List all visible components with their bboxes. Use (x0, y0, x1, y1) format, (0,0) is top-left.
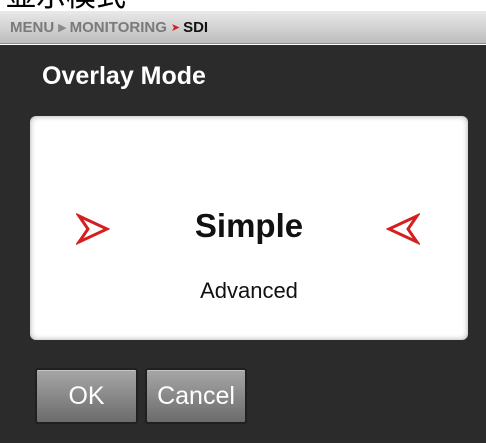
breadcrumb-item-monitoring[interactable]: MONITORING (70, 19, 167, 36)
breadcrumb-separator-active-icon: ➤ (170, 21, 181, 34)
breadcrumb: MENU ▶ MONITORING ➤ SDI (0, 11, 486, 44)
ok-button[interactable]: OK (35, 368, 138, 424)
chevron-left-icon[interactable] (386, 212, 420, 246)
cancel-button[interactable]: Cancel (145, 368, 247, 424)
breadcrumb-item-sdi: SDI (183, 18, 209, 36)
breadcrumb-separator-icon: ▶ (58, 21, 67, 34)
screen: 显示模式 MENU ▶ MONITORING ➤ SDI Overlay Mod… (0, 0, 486, 443)
option-selector[interactable]: Simple Advanced (30, 116, 468, 340)
option-advanced[interactable]: Advanced (30, 277, 468, 305)
breadcrumb-item-menu[interactable]: MENU (10, 19, 54, 36)
dialog-title: Overlay Mode (42, 62, 206, 90)
